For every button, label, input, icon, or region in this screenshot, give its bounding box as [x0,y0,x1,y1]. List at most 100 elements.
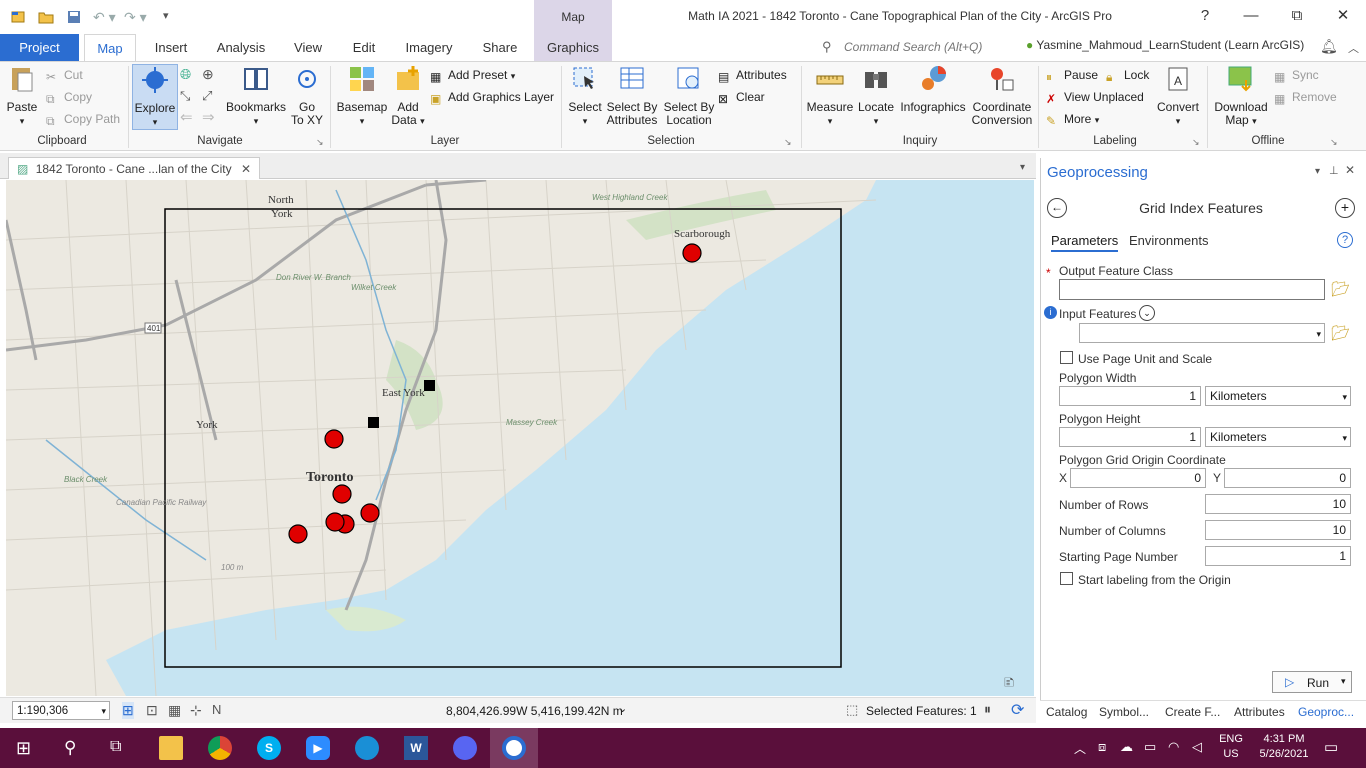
scale-selector[interactable]: 1:190,306 ▾ [12,701,110,720]
map-view-tab[interactable]: ▨ 1842 Toronto - Cane ...lan of the City… [8,157,260,179]
pane-tab-symbology[interactable]: Symbol... [1099,705,1149,719]
select-by-location-button[interactable]: Select By Location [662,64,716,127]
output-feature-class-input[interactable] [1059,279,1325,300]
polygon-width-input[interactable]: 1 [1059,386,1201,406]
pane-tab-create-features[interactable]: Create F... [1165,705,1220,719]
basemap-button[interactable]: Basemap ▾ [336,64,388,128]
close-icon[interactable]: ✕ [241,162,251,176]
skype-icon[interactable]: S [257,736,281,760]
save-project-icon[interactable] [66,9,82,25]
start-page-input[interactable]: 1 [1205,546,1351,566]
polygon-height-unit-select[interactable]: Kilometers ▾ [1205,427,1351,447]
undo-icon[interactable]: ↶ ▾ [93,9,116,26]
customize-qat-icon[interactable]: ▾ [163,9,169,22]
copy-path-button[interactable]: ⧉ Copy Path [46,110,120,128]
view-unplaced-button[interactable]: ✗ View Unplaced [1046,88,1144,106]
task-view-icon[interactable]: ⧉ [110,738,121,756]
search-icon[interactable]: ⚲ [64,738,76,758]
action-center-icon[interactable]: ▭ [1324,738,1338,756]
selected-features-count[interactable]: Selected Features: 1 [866,704,977,718]
battery-icon[interactable]: ▭ [1144,739,1156,755]
rows-input[interactable]: 10 [1205,494,1351,514]
zoom-to-layer-icon[interactable]: ⊕ [202,66,214,83]
bookmarks-button[interactable]: Bookmarks ▾ [224,64,288,128]
point-marker[interactable] [332,484,352,504]
pane-tab-catalog[interactable]: Catalog [1046,705,1087,719]
language-indicator[interactable]: ENG US [1218,733,1244,760]
help-icon[interactable]: ? [1337,232,1353,248]
minimize-button[interactable]: — [1240,6,1262,26]
new-project-icon[interactable] [10,9,26,25]
convert-button[interactable]: A Convert ▾ [1154,64,1202,128]
tab-insert[interactable]: Insert [146,34,196,62]
close-button[interactable]: ✕ [1332,6,1354,26]
run-button[interactable]: ▷ Run ▾ [1272,671,1352,693]
fixed-zoom-out-icon[interactable]: ⤢ [202,88,212,104]
add-graphics-layer-button[interactable]: ▣ Add Graphics Layer [430,88,554,106]
redo-icon[interactable]: ↷ ▾ [124,9,147,26]
attributes-button[interactable]: ▤ Attributes [718,66,787,84]
discord-icon[interactable] [453,736,477,760]
device-icon[interactable]: ⧈ [1098,739,1106,755]
point-marker[interactable] [324,429,344,449]
folder-icon[interactable]: 📂︎ [1331,324,1350,342]
origin-x-input[interactable]: 0 [1070,468,1206,488]
user-account[interactable]: ● Yasmine_Mahmoud_LearnStudent (Learn Ar… [1026,38,1304,52]
edge-icon[interactable] [355,736,379,760]
tab-imagery[interactable]: Imagery [398,34,460,62]
tab-view[interactable]: View [286,34,330,62]
notification-bell-icon[interactable]: 🔔︎ [1320,38,1338,55]
info-icon[interactable]: i [1044,306,1057,319]
previous-extent-icon[interactable]: ⇐ [180,108,193,126]
pane-tab-geoprocessing[interactable]: Geoproc... [1298,705,1354,719]
cut-button[interactable]: ✂ Cut [46,66,83,84]
chrome-icon[interactable] [208,736,232,760]
offline-launcher-icon[interactable]: ↘ [1330,137,1338,148]
arcgis-pro-taskbar-button[interactable] [490,728,538,768]
table-grid-icon[interactable]: ▦ [168,702,181,719]
file-explorer-icon[interactable] [159,736,183,760]
paste-button[interactable]: Paste ▾ [4,64,40,128]
close-icon[interactable]: ✕ [1345,163,1355,177]
add-data-button[interactable]: Add Data ▾ [390,64,426,128]
back-arrow-icon[interactable]: ← [1047,198,1067,218]
clear-selection-button[interactable]: ⊠ Clear [718,88,765,106]
point-marker[interactable] [288,524,308,544]
more-labeling-button[interactable]: ✎ More ▾ [1046,110,1099,128]
tab-analysis[interactable]: Analysis [208,34,274,62]
copy-button[interactable]: ⧉ Copy [46,88,92,106]
full-extent-icon[interactable]: 🌐︎ [180,66,191,83]
square-marker[interactable] [368,417,379,428]
map-notes-icon[interactable]: 🗈 [1004,672,1014,696]
chevron-down-icon[interactable]: ▾ [1315,166,1320,177]
tab-parameters[interactable]: Parameters [1051,233,1119,252]
tab-graphics[interactable]: Graphics [534,34,612,62]
download-map-button[interactable]: Download Map ▾ [1212,64,1270,128]
chevron-down-icon[interactable]: ▾ [1020,162,1025,173]
go-to-xy-button[interactable]: Go To XY [290,64,324,127]
sync-button[interactable]: ▦ Sync [1274,66,1319,84]
word-icon[interactable]: W [404,736,428,760]
refresh-icon[interactable]: ⟳ [1011,700,1024,720]
selection-launcher-icon[interactable]: ↘ [784,137,792,148]
input-features-dropdown[interactable]: ▾ [1079,323,1325,343]
pause-drawing-icon[interactable]: ⏸ [984,701,991,718]
pin-icon[interactable]: ⊥ [1329,164,1339,177]
explore-button[interactable]: Explore ▾ [132,64,178,130]
volume-icon[interactable]: ◁ [1192,739,1202,755]
add-icon[interactable]: + [1335,198,1355,218]
rotate-icon[interactable]: N [212,702,221,717]
wifi-icon[interactable]: ◠ [1168,739,1179,755]
fixed-zoom-in-icon[interactable]: ⤡ [180,88,190,104]
onedrive-icon[interactable]: ☁ [1120,739,1133,755]
help-button[interactable]: ? [1194,6,1216,26]
ribbon-collapse-icon[interactable]: ︿ [1348,40,1359,56]
grid-snap-icon[interactable]: ⊡ [146,702,158,719]
correction-icon[interactable]: ⊹ [190,702,202,719]
measure-button[interactable]: Measure ▾ [806,64,854,128]
cols-input[interactable]: 10 [1205,520,1351,540]
start-label-origin-checkbox[interactable] [1060,572,1073,585]
snapping-icon[interactable]: ⊞ [122,702,134,719]
tab-environments[interactable]: Environments [1129,233,1208,248]
next-extent-icon[interactable]: ⇒ [202,108,215,126]
